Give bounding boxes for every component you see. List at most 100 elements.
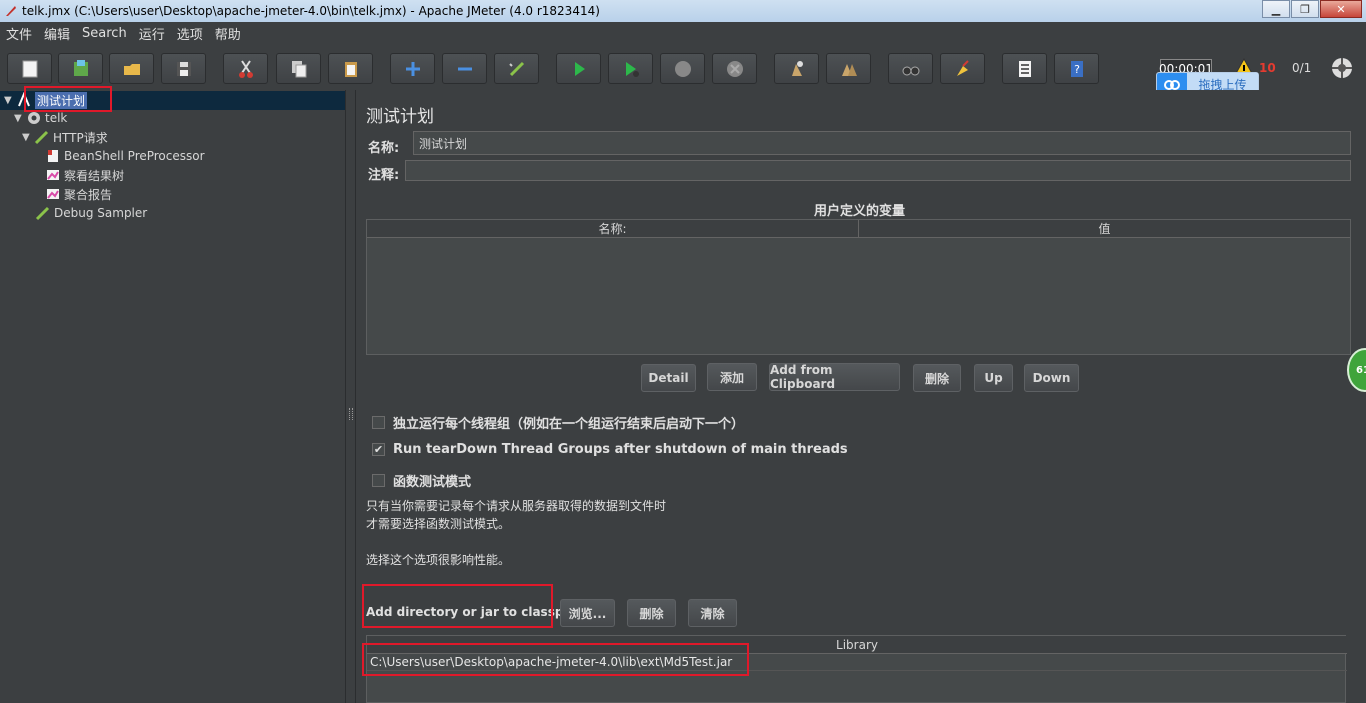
column-header-value[interactable]: 值 [859,220,1350,238]
toolbar: ? 00:00:01 10 0/1 拖拽上传 [0,44,1366,96]
tree-item-label: 察看结果树 [64,168,125,183]
move-up-button[interactable]: Up [974,364,1013,392]
menu-file[interactable]: 文件 [6,24,32,43]
delete-classpath-button[interactable]: 删除 [627,599,676,627]
toggle-button[interactable] [494,53,539,84]
column-header-library[interactable]: Library [367,636,1347,654]
add-from-clipboard-button[interactable]: Add from Clipboard [769,363,900,391]
minus-icon [457,67,472,70]
plus-icon [405,61,420,76]
tree-item-http-request[interactable]: ▼ HTTP请求 [22,128,108,146]
tree-item-aggregate-report[interactable]: 聚合报告 [45,185,112,203]
tree-item-label: Debug Sampler [54,206,148,220]
svg-text:?: ? [1074,63,1080,76]
serialize-checkbox[interactable] [372,416,385,429]
menu-edit[interactable]: 编辑 [44,24,70,43]
teardown-on-shutdown-option[interactable]: ✔ Run tearDown Thread Groups after shutd… [372,442,848,457]
cut-scissors-icon [238,59,253,78]
window-titlebar: telk.jmx (C:\Users\user\Desktop\apache-j… [0,0,1366,22]
clear-classpath-button[interactable]: 清除 [688,599,737,627]
tree-item-view-results-tree[interactable]: 察看结果树 [45,166,124,184]
clear-all-button[interactable] [826,53,871,84]
menu-bar: 文件 编辑 Search 运行 选项 帮助 [0,22,1366,44]
error-count: 10 [1259,61,1276,75]
toggle-wand-icon [508,61,524,76]
classpath-label: Add directory or jar to classpath [366,605,586,619]
checkbox-label: 独立运行每个线程组（例如在一个组运行结束后启动下一个） [393,417,745,432]
browse-button[interactable]: 浏览... [560,599,615,627]
detail-button[interactable]: Detail [641,364,696,392]
window-title: telk.jmx (C:\Users\user\Desktop\apache-j… [22,4,600,18]
start-no-pauses-button[interactable] [608,53,653,84]
shutdown-button[interactable] [712,53,757,84]
stop-button[interactable] [660,53,705,84]
minimize-button[interactable]: ▁ [1262,0,1290,18]
copy-icon [291,60,306,77]
functional-mode-checkbox[interactable] [372,474,385,487]
active-threads-count: 0/1 [1292,61,1312,75]
collapse-arrow-icon[interactable]: ▼ [14,113,26,124]
expand-all-button[interactable] [390,53,435,84]
templates-button[interactable] [58,53,103,84]
menu-options[interactable]: 选项 [177,24,203,43]
move-down-button[interactable]: Down [1024,364,1079,392]
splitter-grip-icon [349,408,353,420]
tree-item-label: 聚合报告 [64,187,113,202]
maximize-button[interactable]: ❐ [1291,0,1319,18]
tree-item-label: telk [45,111,68,125]
menu-help[interactable]: 帮助 [215,24,241,43]
clear-button[interactable] [774,53,819,84]
remote-globe-icon[interactable] [1330,56,1354,80]
menu-search[interactable]: Search [82,26,127,41]
paste-button[interactable] [328,53,373,84]
library-table[interactable]: Library C:\Users\user\Desktop\apache-jme… [366,635,1347,703]
tree-item-thread-group[interactable]: ▼ telk [14,109,67,127]
info-line: 才需要选择函数测试模式。 [366,517,511,531]
name-label: 名称: [368,141,400,156]
add-button[interactable]: 添加 [707,363,757,391]
reset-search-button[interactable] [940,53,985,84]
page-title: 测试计划 [366,107,434,127]
collapse-all-button[interactable] [442,53,487,84]
checkbox-label: Run tearDown Thread Groups after shutdow… [393,442,848,457]
new-button[interactable] [7,53,52,84]
close-button[interactable]: ✕ [1320,0,1362,18]
function-list-icon [1018,60,1031,77]
stop-icon [674,60,691,77]
collapse-arrow-icon[interactable]: ▼ [4,95,16,106]
cut-button[interactable] [223,53,268,84]
shutdown-icon [726,60,743,77]
copy-button[interactable] [276,53,321,84]
help-button[interactable]: ? [1054,53,1099,84]
teardown-checkbox[interactable]: ✔ [372,443,385,456]
user-variables-title: 用户定义的变量 [814,204,906,219]
panel-splitter[interactable] [345,90,356,703]
user-variables-table[interactable]: 名称: 值 [366,219,1351,355]
table-row[interactable]: C:\Users\user\Desktop\apache-jmeter-4.0\… [367,654,1347,671]
checkbox-label: 函数测试模式 [393,475,472,490]
clear-broom-icon [791,60,803,76]
play-icon [574,61,585,76]
column-header-name[interactable]: 名称: [367,220,859,238]
tree-item-beanshell[interactable]: BeanShell PreProcessor [45,147,205,165]
start-button[interactable] [556,53,601,84]
minimize-icon: ▁ [1271,2,1281,16]
comment-input[interactable] [405,160,1351,181]
search-button[interactable] [888,53,933,84]
tree-item-test-plan[interactable]: ▼ 测试计划 [4,91,88,109]
functional-test-mode-option[interactable]: 函数测试模式 [372,471,471,490]
menu-run[interactable]: 运行 [139,24,165,43]
save-button[interactable] [161,53,206,84]
sampler-pen-icon [35,206,50,221]
name-input[interactable]: 测试计划 [413,131,1351,155]
open-button[interactable] [109,53,154,84]
templates-icon [73,59,88,76]
tree-item-debug-sampler[interactable]: Debug Sampler [35,204,147,222]
serialize-thread-groups-option[interactable]: 独立运行每个线程组（例如在一个组运行结束后启动下一个） [372,413,744,432]
play-no-pause-icon [625,61,639,77]
close-icon: ✕ [1336,2,1346,16]
paste-clipboard-icon [344,61,357,77]
collapse-arrow-icon[interactable]: ▼ [22,132,34,143]
delete-variable-button[interactable]: 删除 [913,364,961,392]
function-helper-button[interactable] [1002,53,1047,84]
